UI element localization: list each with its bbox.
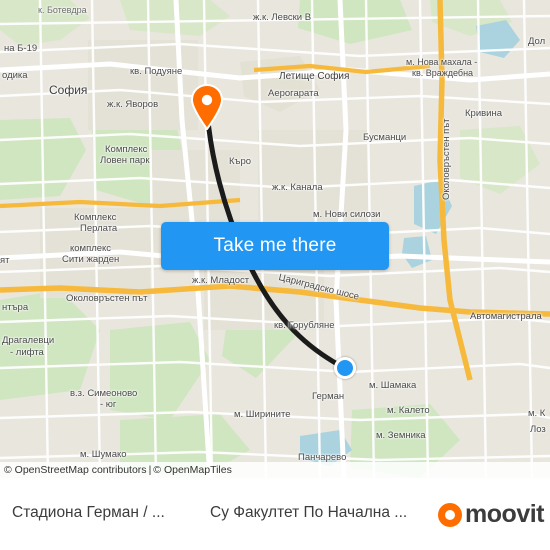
- footer-bar: Стадиона Герман / ... Су Факултет По Нач…: [0, 478, 550, 550]
- map-label: ж.к. Левски В: [253, 12, 312, 23]
- map-label: Ловен парк: [100, 155, 150, 166]
- trip-origin-label: Стадиона Герман / ...: [12, 504, 165, 521]
- map-label: Околовръстен път: [441, 118, 452, 200]
- map-label: на Б-19: [4, 43, 38, 54]
- moovit-mark-icon: [438, 502, 463, 527]
- map-label: Летище София: [279, 71, 350, 82]
- map-label: комплекс: [70, 243, 112, 254]
- map-label: Кривина: [465, 108, 503, 119]
- map-label: Драгалевци: [2, 335, 55, 346]
- moovit-logo: moovit: [438, 500, 544, 529]
- map-label: м. Ширините: [234, 409, 291, 420]
- map-canvas[interactable]: ж.к. Левски В к. Ботевдра Дол на Б-19 м. Нов…: [0, 0, 550, 478]
- map-label: м. Калето: [387, 405, 430, 416]
- map-label: ж.к. Младост: [192, 275, 250, 286]
- map-label: Герман: [312, 391, 345, 402]
- map-label: нтъра: [2, 302, 29, 313]
- map-label: м. К: [528, 408, 546, 419]
- map-label: м. Земника: [376, 430, 426, 441]
- attribution-osm[interactable]: © OpenStreetMap contributors: [4, 464, 147, 476]
- map-label: к. Ботевдра: [38, 5, 87, 15]
- map-label: м. Нова махала -: [406, 57, 478, 67]
- map-label: Комплекс: [105, 144, 148, 155]
- map-label: Сити жарден: [62, 254, 120, 265]
- map-label: Бусманци: [363, 132, 407, 143]
- map-label: ж.к. Яворов: [107, 99, 159, 110]
- map-label: м. Шумако: [80, 449, 127, 460]
- destination-dot[interactable]: [334, 357, 356, 379]
- map-label: - лифта: [10, 347, 44, 358]
- attribution-tiles[interactable]: © OpenMapTiles: [153, 464, 232, 476]
- map-label: кв. Подуяне: [130, 66, 183, 77]
- map-label: м. Шамака: [369, 380, 417, 391]
- map-label: кв. Горубляне: [274, 320, 335, 331]
- take-me-there-button[interactable]: Take me there: [161, 222, 389, 270]
- map-label: - юг: [100, 399, 117, 410]
- map-label: Лоз: [530, 424, 546, 435]
- trip-destination-label: Су Факултет По Начална ...: [210, 504, 408, 521]
- map-label: в.з. Симеоново: [70, 388, 138, 399]
- origin-pin[interactable]: [190, 84, 224, 130]
- map-label: Околовръстен път: [66, 293, 148, 304]
- map-label: ж.к. Канала: [272, 182, 323, 193]
- map-label: София: [49, 83, 88, 97]
- map-label: Аерогарата: [268, 88, 319, 99]
- map-label: м. Нови силози: [313, 209, 381, 220]
- map-label: Автомагистрала: [470, 311, 542, 322]
- map-label: одика: [2, 70, 28, 81]
- map-label: Дол: [528, 36, 546, 47]
- map-label: кв. Враждебна: [412, 68, 474, 78]
- map-label: Комплекс: [74, 212, 117, 223]
- map-label: Къро: [229, 156, 252, 167]
- map-screenshot: ж.к. Левски В к. Ботевдра Дол на Б-19 м. Нов…: [0, 0, 550, 550]
- moovit-wordmark: moovit: [465, 500, 544, 528]
- attribution-bar: © OpenStreetMap contributors | © OpenMapTi…: [0, 462, 550, 478]
- map-label: ят: [0, 255, 10, 266]
- map-label: Перлата: [80, 223, 118, 234]
